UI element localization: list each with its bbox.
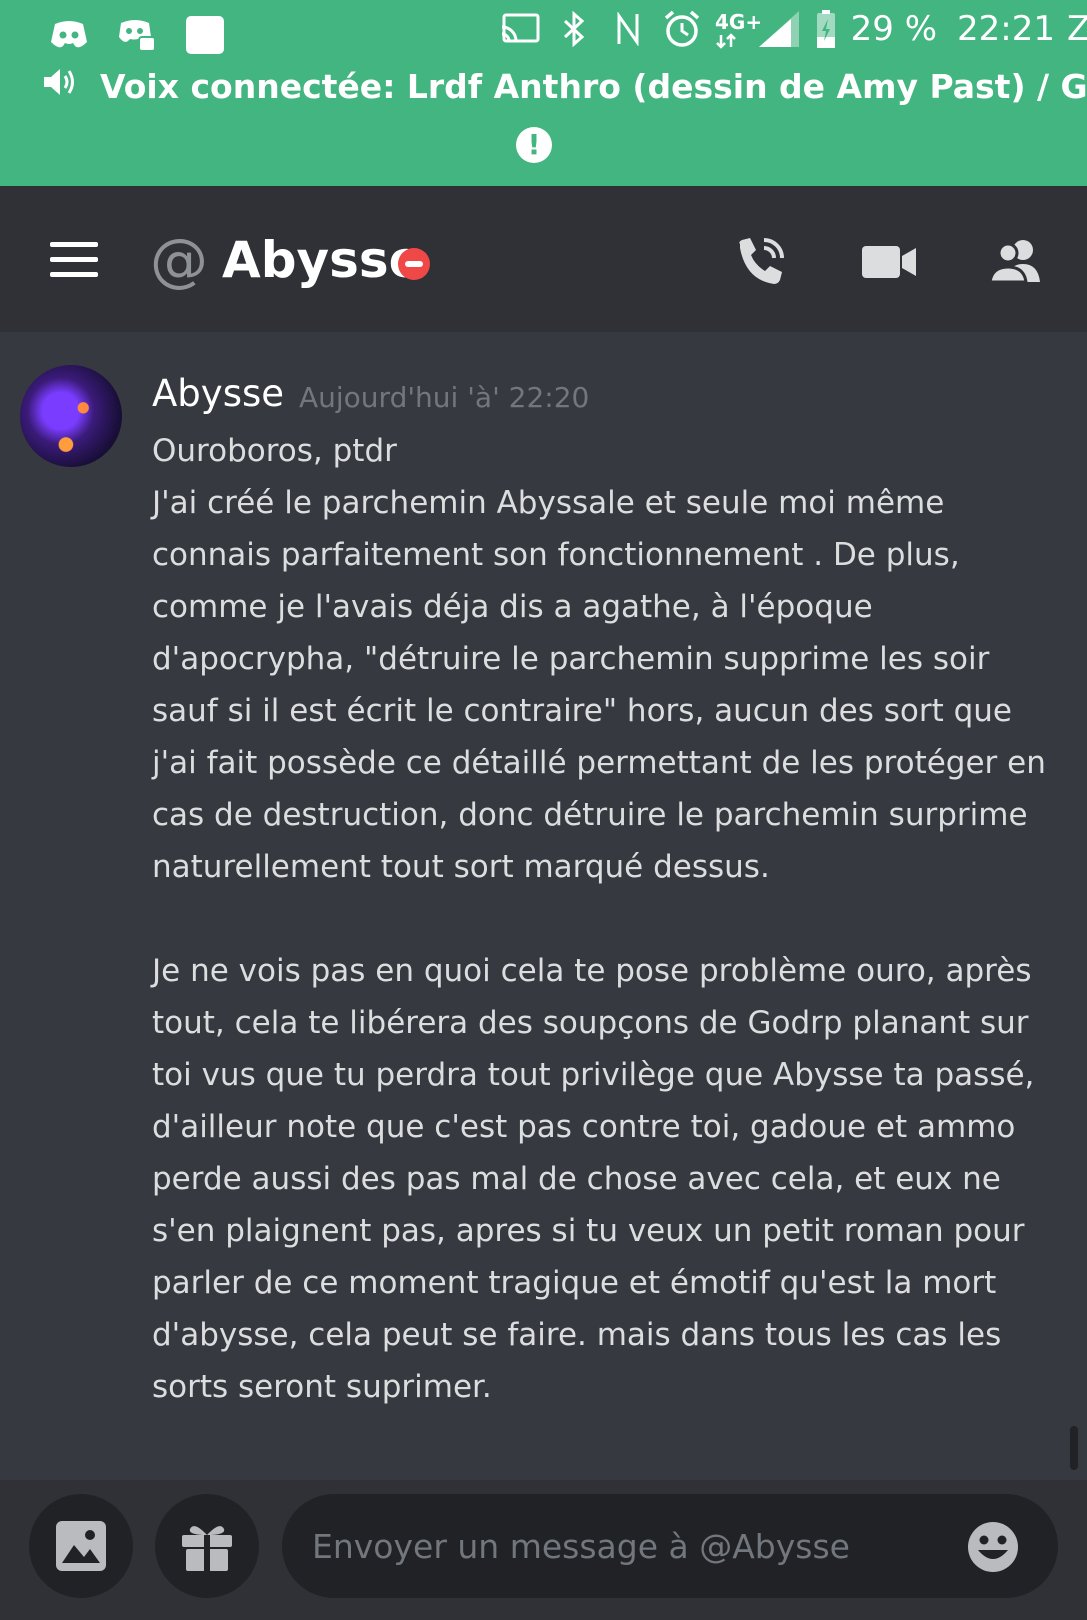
bluetooth-icon — [553, 8, 595, 50]
upload-image-button[interactable] — [29, 1494, 133, 1598]
menu-icon[interactable] — [50, 242, 98, 278]
composer-bar — [0, 1480, 1087, 1620]
message-content: Ouroboros, ptdr J'ai créé le parchemin A… — [152, 425, 1062, 1413]
system-status: 4G+ 29 % 22:21 Z — [499, 8, 1087, 50]
warning-icon[interactable]: ! — [516, 127, 552, 163]
message-paragraph: J'ai créé le parchemin Abyssale et seule… — [152, 485, 1056, 885]
svg-text:4G+: 4G+ — [715, 10, 762, 34]
message-timestamp: Aujourd'hui 'à' 22:20 — [299, 381, 590, 414]
battery-percent: 29 % — [850, 9, 938, 49]
cast-icon — [499, 8, 541, 50]
clipped-status-glyph: Z — [1067, 9, 1087, 49]
notification-icons — [48, 14, 226, 56]
message-line: Ouroboros, ptdr — [152, 433, 397, 469]
smiley-icon — [968, 1522, 1018, 1572]
voice-status-text: Voix connectée: Lrdf Anthro (dessin de A… — [100, 66, 1087, 106]
message-author[interactable]: Abysse — [152, 372, 284, 416]
dnd-status-icon — [398, 248, 430, 280]
clock: 22:21 — [957, 9, 1055, 49]
at-icon: @ — [150, 226, 208, 294]
members-button[interactable] — [986, 234, 1044, 290]
video-call-button[interactable] — [860, 234, 918, 290]
message-input[interactable] — [312, 1494, 932, 1598]
discord-chat-icon — [116, 14, 158, 56]
image-icon — [56, 1521, 106, 1571]
page-title: Abysse — [222, 231, 423, 289]
message-paragraph: Je ne vois pas en quoi cela te pose prob… — [152, 953, 1045, 1405]
message-input-wrapper[interactable] — [282, 1494, 1058, 1598]
scrollbar[interactable] — [1070, 1426, 1078, 1470]
video-camera-icon — [862, 246, 916, 278]
alarm-icon — [661, 8, 703, 50]
gift-button[interactable] — [155, 1494, 259, 1598]
signal-icon: 4G+ — [715, 8, 801, 50]
discord-icon — [48, 14, 90, 56]
gift-icon — [182, 1526, 232, 1571]
speaker-icon — [42, 66, 78, 106]
voice-connected-banner[interactable]: 4G+ 29 % 22:21 Z Voix connectée: Lrdf An… — [0, 0, 1087, 186]
channel-header: @ Abysse — [0, 186, 1087, 332]
voice-call-button[interactable] — [732, 234, 788, 290]
voice-status-row[interactable]: Voix connectée: Lrdf Anthro (dessin de A… — [42, 66, 1087, 106]
blank-notification-icon — [184, 14, 226, 56]
members-icon — [988, 240, 1040, 284]
nfc-icon — [607, 8, 649, 50]
phone-call-icon — [739, 238, 784, 284]
battery-icon — [813, 8, 839, 50]
emoji-picker-button[interactable] — [966, 1520, 1020, 1574]
avatar[interactable] — [20, 365, 122, 467]
